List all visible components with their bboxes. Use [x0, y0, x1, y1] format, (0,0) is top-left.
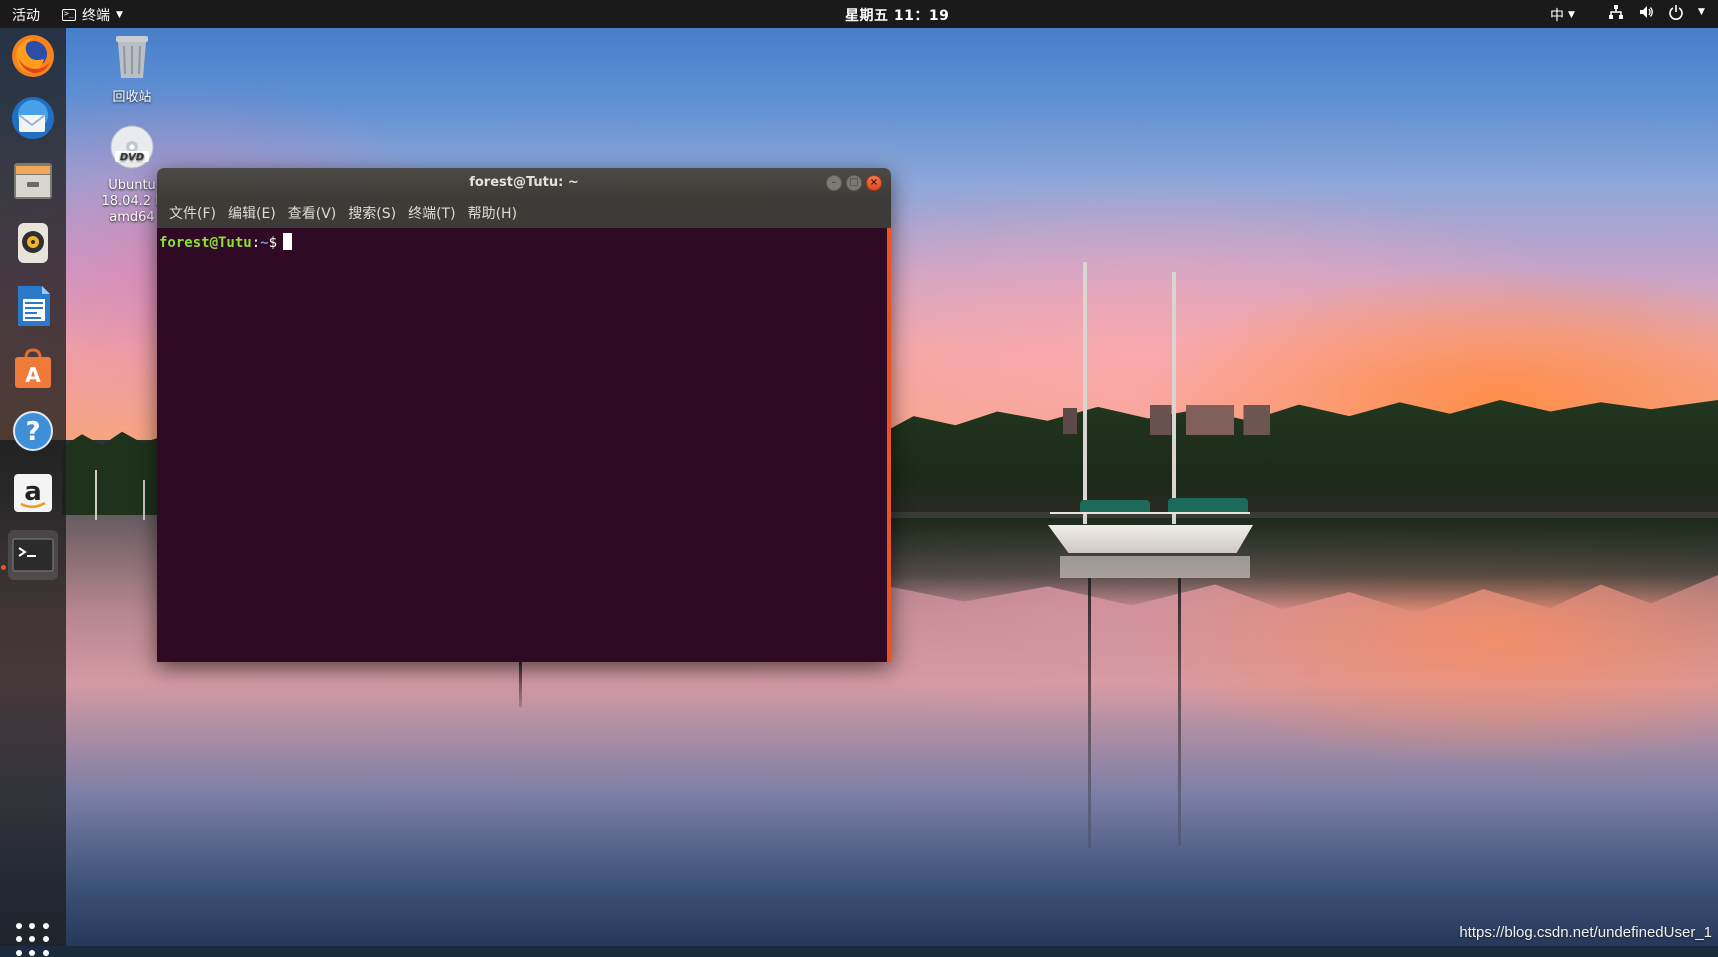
- prompt-symbol: $: [268, 235, 278, 251]
- mast-reflection-rear: [1178, 578, 1181, 846]
- trash-icon: [116, 36, 148, 78]
- maximize-button[interactable]: □: [846, 175, 862, 191]
- dock-item-software[interactable]: A: [8, 344, 58, 394]
- terminal-icon: [12, 538, 54, 572]
- sailboat-reflection: [1060, 556, 1250, 578]
- sailboat-sail-cover-2: [1168, 498, 1248, 512]
- wallpaper-mast-left: [95, 470, 97, 520]
- dock-item-files[interactable]: [8, 156, 58, 206]
- dock-item-terminal[interactable]: [8, 530, 58, 580]
- wallpaper-treeline: [880, 400, 1718, 515]
- svg-text:?: ?: [25, 417, 40, 447]
- watermark-url: https://blog.csdn.net/undefinedUser_1: [1459, 924, 1712, 941]
- minimize-button[interactable]: –: [826, 175, 842, 191]
- sailboat-mast-rear: [1172, 272, 1176, 524]
- chevron-down-icon: ▼: [116, 10, 123, 20]
- amazon-icon: a: [14, 474, 52, 512]
- libreoffice-writer-icon: [18, 286, 50, 326]
- help-icon: ?: [13, 411, 53, 451]
- terminal-window[interactable]: forest@Tutu: ~ – □ × 文件(F) 编辑(E) 查看(V) 搜…: [157, 168, 891, 662]
- show-applications-button[interactable]: [16, 923, 50, 957]
- chevron-down-icon: ▼: [1568, 10, 1575, 20]
- close-button[interactable]: ×: [866, 175, 882, 191]
- dock-item-amazon[interactable]: a: [8, 468, 58, 518]
- grid-dot-icon: [16, 936, 22, 943]
- dock-item-rhythmbox[interactable]: [8, 218, 58, 268]
- prompt-separator: :: [251, 235, 261, 251]
- window-resize-edge[interactable]: [887, 228, 891, 662]
- dock-item-thunderbird[interactable]: [8, 93, 58, 143]
- wallpaper-treeline-left: [62, 431, 162, 515]
- terminal-app-icon: >_: [62, 9, 76, 21]
- activities-button[interactable]: 活动: [12, 5, 40, 25]
- network-icon: [1609, 5, 1623, 19]
- input-method-menu[interactable]: 中 ▼: [1550, 5, 1575, 25]
- dvd-icon: DVD: [110, 125, 154, 169]
- wallpaper-buildings: [1150, 405, 1270, 435]
- sailboat-hull: [1048, 525, 1253, 553]
- grid-dot-icon: [42, 923, 49, 929]
- grid-dot-icon: [29, 923, 36, 929]
- terminal-menubar: 文件(F) 编辑(E) 查看(V) 搜索(S) 终端(T) 帮助(H): [157, 198, 891, 228]
- app-menu-label: 终端: [82, 8, 110, 24]
- prompt-user: forest@Tutu: [159, 235, 252, 251]
- wallpaper-shoreline: [880, 512, 1718, 518]
- window-titlebar[interactable]: forest@Tutu: ~ – □ ×: [157, 168, 891, 198]
- input-method-label: 中: [1550, 8, 1564, 24]
- clock[interactable]: 星期五 11：19: [845, 5, 949, 25]
- window-title: forest@Tutu: ~: [469, 175, 579, 190]
- top-bar: 活动 >_ 终端 ▼ 星期五 11：19 中 ▼ ▼: [0, 0, 1718, 28]
- terminal-output[interactable]: forest@Tutu:~$: [157, 228, 887, 662]
- text-cursor: [283, 233, 293, 250]
- grid-dot-icon: [29, 949, 36, 956]
- wallpaper-building: [1063, 408, 1077, 434]
- mast-reflection-front: [1088, 578, 1091, 848]
- grid-dot-icon: [42, 949, 49, 956]
- files-icon: [14, 163, 52, 199]
- menu-terminal[interactable]: 终端(T): [402, 203, 461, 223]
- dock-item-help[interactable]: ?: [8, 406, 58, 456]
- dvd-label-line2: 18.04.2 L: [101, 194, 163, 209]
- mast-reflection-left: [519, 662, 522, 707]
- menu-view[interactable]: 查看(V): [282, 203, 343, 223]
- menu-help[interactable]: 帮助(H): [462, 203, 523, 223]
- sailboat-rail: [1050, 512, 1250, 514]
- grid-dot-icon: [29, 936, 36, 943]
- menu-file[interactable]: 文件(F): [163, 203, 222, 223]
- prompt-line: forest@Tutu:~$: [159, 233, 293, 251]
- svg-text:A: A: [25, 363, 41, 387]
- volume-icon: [1640, 6, 1653, 18]
- dock: A ? a: [0, 28, 66, 956]
- firefox-icon: [12, 35, 54, 77]
- trash-label: 回收站: [112, 90, 152, 105]
- svg-text:a: a: [24, 477, 42, 507]
- dvd-label-line3: amd64: [109, 210, 155, 225]
- wallpaper-mast-left-2: [143, 480, 145, 520]
- ubuntu-software-icon: A: [15, 348, 51, 388]
- grid-dot-icon: [16, 923, 22, 929]
- minimize-icon: –: [831, 177, 837, 188]
- running-indicator: [1, 565, 6, 570]
- rhythmbox-icon: [18, 223, 48, 263]
- dock-item-writer[interactable]: [8, 281, 58, 331]
- prompt-path: ~: [260, 235, 269, 251]
- app-menu-button[interactable]: >_ 终端 ▼: [62, 5, 123, 25]
- dock-item-firefox[interactable]: [8, 31, 58, 81]
- dvd-label-line1: Ubuntu: [108, 178, 156, 193]
- sailboat-mast-front: [1083, 262, 1087, 524]
- menu-search[interactable]: 搜索(S): [342, 203, 402, 223]
- system-status-menu[interactable]: ▼: [1608, 4, 1705, 20]
- power-icon: [1669, 5, 1683, 20]
- maximize-icon: □: [849, 177, 859, 188]
- close-icon: ×: [869, 177, 879, 188]
- chevron-down-icon: ▼: [1698, 7, 1705, 17]
- desktop-trash[interactable]: 回收站: [87, 32, 177, 106]
- grid-dot-icon: [42, 936, 49, 943]
- grid-dot-icon: [16, 949, 22, 956]
- thunderbird-icon: [12, 97, 54, 139]
- menu-edit[interactable]: 编辑(E): [222, 203, 282, 223]
- svg-text:DVD: DVD: [120, 152, 144, 163]
